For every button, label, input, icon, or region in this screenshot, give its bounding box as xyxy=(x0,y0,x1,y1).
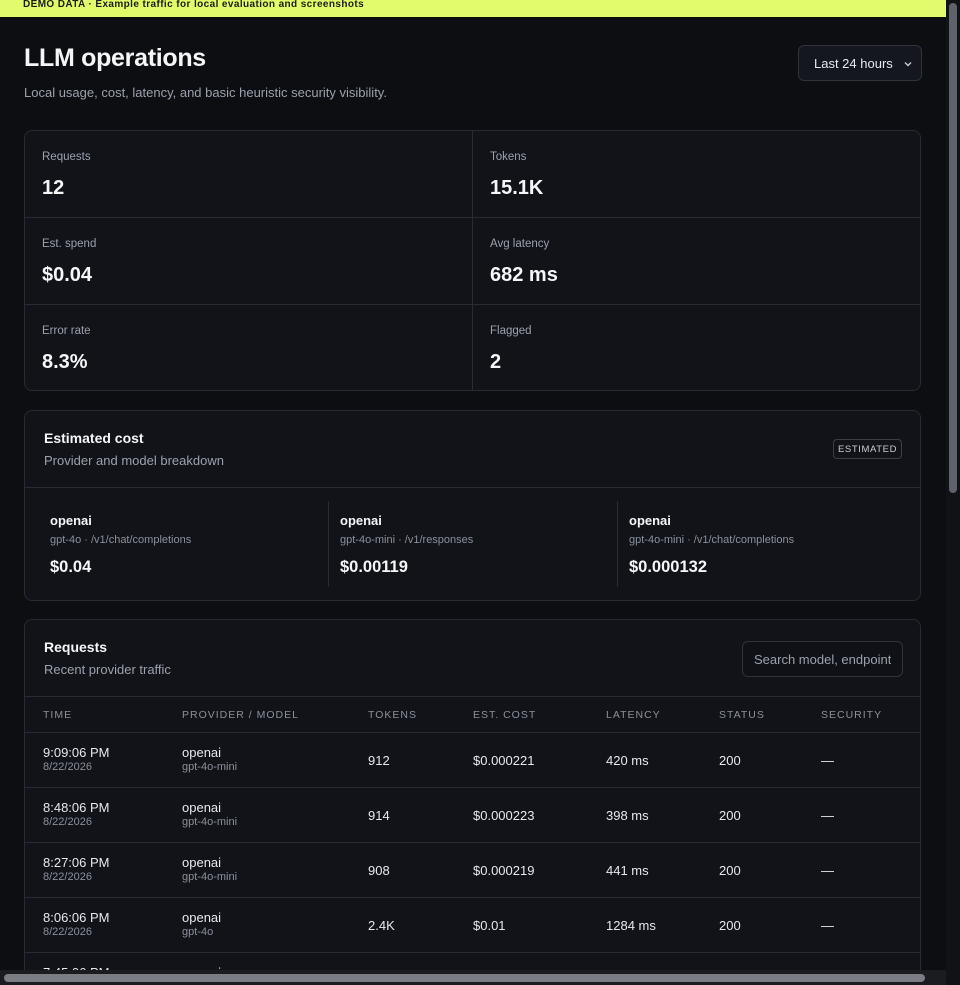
cost-amount: $0.04 xyxy=(50,558,92,576)
demo-data-banner: DEMO DATA · Example traffic for local ev… xyxy=(0,0,946,17)
row-time: 8:48:06 PM xyxy=(43,800,110,815)
row-status: 200 xyxy=(719,863,741,878)
cost-divider xyxy=(25,487,920,488)
row-provider: openai xyxy=(182,855,222,870)
stat-error-rate: Error rate 8.3% xyxy=(25,305,473,390)
stat-label: Avg latency xyxy=(490,238,550,250)
stat-avg-latency: Avg latency 682 ms xyxy=(473,218,920,305)
cost-item: openai gpt-4o-mini · /v1/responses $0.00… xyxy=(340,501,629,589)
stat-value: 2 xyxy=(490,351,502,373)
row-est-cost: $0.000219 xyxy=(473,863,535,878)
row-date: 8/22/2026 xyxy=(43,761,92,773)
row-time: 8:06:06 PM xyxy=(43,910,110,925)
row-model: gpt-4o xyxy=(182,926,214,938)
vertical-scrollbar-thumb[interactable] xyxy=(949,3,957,493)
row-latency: 1284 ms xyxy=(606,918,656,933)
cost-provider: openai xyxy=(629,513,671,528)
cost-separator xyxy=(328,501,329,587)
row-est-cost: $0.000223 xyxy=(473,808,535,823)
row-provider: openai xyxy=(182,910,222,925)
cost-card-title: Estimated cost xyxy=(44,430,144,446)
stat-value: 682 ms xyxy=(490,264,558,286)
chevron-down-icon xyxy=(904,62,912,67)
cost-separator xyxy=(617,501,618,587)
table-row[interactable]: 8:06:06 PM 8/22/2026 openai gpt-4o 2.4K … xyxy=(25,897,920,952)
row-tokens: 914 xyxy=(368,808,390,823)
cost-provider: openai xyxy=(340,513,382,528)
cost-amount: $0.00119 xyxy=(340,558,408,576)
cost-card-subtitle: Provider and model breakdown xyxy=(44,453,224,468)
page-title: LLM operations xyxy=(24,44,206,72)
column-header-latency[interactable]: Latency xyxy=(606,709,661,721)
row-security: — xyxy=(821,753,834,768)
row-time: 9:09:06 PM xyxy=(43,745,110,760)
time-range-value: Last 24 hours xyxy=(814,55,893,71)
stat-label: Error rate xyxy=(42,325,91,337)
table-row[interactable]: 8:48:06 PM 8/22/2026 openai gpt-4o-mini … xyxy=(25,787,920,842)
table-row[interactable]: 9:09:06 PM 8/22/2026 openai gpt-4o-mini … xyxy=(25,732,920,787)
cost-amount: $0.000132 xyxy=(629,558,707,576)
stat-label: Est. spend xyxy=(42,238,97,250)
row-provider: openai xyxy=(182,800,222,815)
stat-label: Requests xyxy=(42,151,91,163)
stats-card: Requests 12 Tokens 15.1K Est. spend $0.0… xyxy=(24,130,921,391)
horizontal-scrollbar-thumb[interactable] xyxy=(4,974,925,982)
row-est-cost: $0.000221 xyxy=(473,753,535,768)
row-time: 8:27:06 PM xyxy=(43,855,110,870)
row-model: gpt-4o-mini xyxy=(182,816,238,828)
stat-label: Flagged xyxy=(490,325,532,337)
row-date: 8/22/2026 xyxy=(43,871,92,883)
stat-value: 15.1K xyxy=(490,177,544,199)
row-security: — xyxy=(821,918,834,933)
row-status: 200 xyxy=(719,753,741,768)
requests-card-subtitle: Recent provider traffic xyxy=(44,662,171,677)
requests-card: Requests Recent provider traffic Time Pr… xyxy=(24,619,921,979)
stat-value: 8.3% xyxy=(42,351,88,373)
stat-flagged: Flagged 2 xyxy=(473,305,920,390)
cost-item: openai gpt-4o-mini · /v1/chat/completion… xyxy=(629,501,918,589)
cost-model-endpoint: gpt-4o-mini · /v1/chat/completions xyxy=(629,534,795,546)
row-latency: 398 ms xyxy=(606,808,649,823)
row-model: gpt-4o-mini xyxy=(182,871,238,883)
row-status: 200 xyxy=(719,808,741,823)
row-date: 8/22/2026 xyxy=(43,926,92,938)
row-latency: 420 ms xyxy=(606,753,649,768)
cost-item: openai gpt-4o · /v1/chat/completions $0.… xyxy=(50,501,339,589)
cost-model-endpoint: gpt-4o-mini · /v1/responses xyxy=(340,534,474,546)
row-latency: 441 ms xyxy=(606,863,649,878)
row-security: — xyxy=(821,808,834,823)
stat-requests: Requests 12 xyxy=(25,131,473,218)
table-header-divider xyxy=(25,696,920,697)
row-tokens: 2.4K xyxy=(368,918,395,933)
stat-value: 12 xyxy=(42,177,65,199)
column-header-status[interactable]: Status xyxy=(719,709,765,721)
row-est-cost: $0.01 xyxy=(473,918,506,933)
stat-tokens: Tokens 15.1K xyxy=(473,131,920,218)
column-header-security[interactable]: Security xyxy=(821,709,882,721)
estimated-badge: ESTIMATED xyxy=(833,439,902,459)
row-date: 8/22/2026 xyxy=(43,816,92,828)
requests-card-title: Requests xyxy=(44,639,108,655)
time-range-select[interactable]: Last 24 hours xyxy=(798,45,922,81)
column-header-tokens[interactable]: Tokens xyxy=(368,709,417,721)
cost-model-endpoint: gpt-4o · /v1/chat/completions xyxy=(50,534,192,546)
row-model: gpt-4o-mini xyxy=(182,761,238,773)
stat-label: Tokens xyxy=(490,151,527,163)
estimated-cost-card: Estimated cost Provider and model breakd… xyxy=(24,410,921,601)
row-security: — xyxy=(821,863,834,878)
row-provider: openai xyxy=(182,745,222,760)
column-header-est-cost[interactable]: Est. cost xyxy=(473,709,536,721)
column-header-provider-model[interactable]: Provider / model xyxy=(182,709,299,721)
stat-value: $0.04 xyxy=(42,264,93,286)
stat-est-spend: Est. spend $0.04 xyxy=(25,218,473,305)
row-status: 200 xyxy=(719,918,741,933)
row-tokens: 912 xyxy=(368,753,390,768)
cost-provider: openai xyxy=(50,513,92,528)
search-input[interactable] xyxy=(742,641,903,677)
row-tokens: 908 xyxy=(368,863,390,878)
column-header-time[interactable]: Time xyxy=(43,709,72,721)
table-row[interactable]: 8:27:06 PM 8/22/2026 openai gpt-4o-mini … xyxy=(25,842,920,897)
page-subtitle: Local usage, cost, latency, and basic he… xyxy=(24,85,387,100)
